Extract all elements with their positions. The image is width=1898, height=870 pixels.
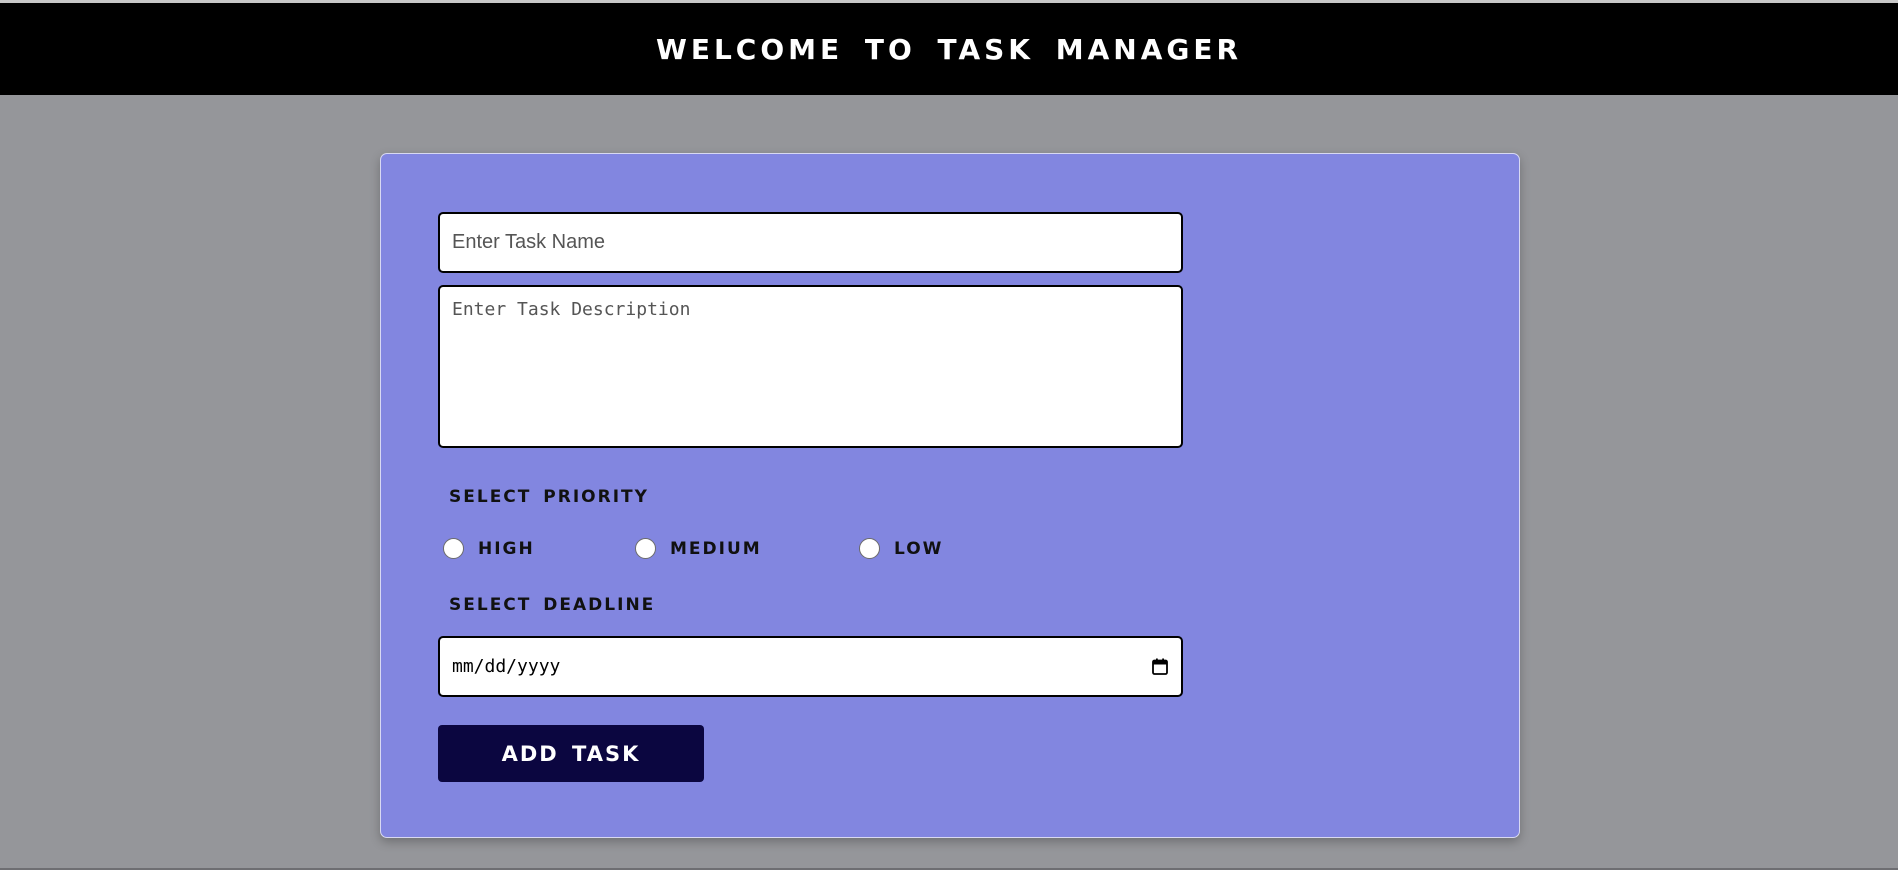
priority-option-medium[interactable]: MEDIUM <box>635 538 762 559</box>
priority-option-label: LOW <box>894 538 944 559</box>
page-title: WELCOME TO TASK MANAGER <box>655 32 1243 66</box>
priority-option-label: HIGH <box>478 538 535 559</box>
calendar-icon[interactable] <box>1151 658 1169 676</box>
task-form-card: SELECT PRIORITY HIGH MEDIUM LOW SELECT D… <box>380 153 1520 838</box>
task-name-input[interactable] <box>438 212 1183 273</box>
priority-radio-high[interactable] <box>443 538 464 559</box>
deadline-date-input[interactable]: mm/dd/yyyy <box>438 636 1183 697</box>
priority-label: SELECT PRIORITY <box>449 487 649 507</box>
priority-option-low[interactable]: LOW <box>859 538 943 559</box>
add-task-button[interactable]: ADD TASK <box>438 725 704 782</box>
deadline-label: SELECT DEADLINE <box>449 595 656 615</box>
priority-option-high[interactable]: HIGH <box>443 538 535 559</box>
deadline-date-text: mm/dd/yyyy <box>452 656 561 677</box>
priority-radio-low[interactable] <box>859 538 880 559</box>
priority-option-label: MEDIUM <box>670 538 762 559</box>
priority-radio-medium[interactable] <box>635 538 656 559</box>
page-header: WELCOME TO TASK MANAGER <box>0 3 1898 95</box>
task-description-input[interactable] <box>438 285 1183 448</box>
